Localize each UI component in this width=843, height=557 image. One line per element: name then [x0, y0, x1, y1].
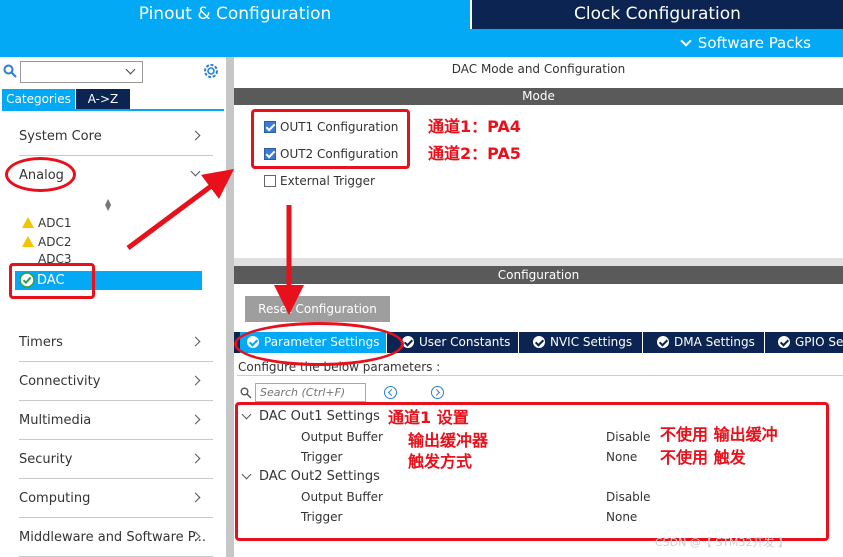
category-multimedia[interactable]: Multimedia: [19, 410, 213, 440]
software-packs-menu[interactable]: Software Packs: [680, 29, 811, 57]
annotation-no-buffer: 不使用 输出缓冲: [660, 425, 778, 444]
tab-a-to-z[interactable]: A->Z: [76, 89, 130, 109]
watermark: CSDN @【 STM32开发 】: [655, 536, 790, 549]
annotation-ch2: 通道2：PA5: [428, 144, 521, 163]
divider: [2, 109, 224, 111]
category-label: Multimedia: [19, 413, 92, 428]
annotation-box-dac: [9, 263, 95, 299]
annotation-box-mode: [251, 109, 410, 169]
chevron-right-icon: [190, 130, 201, 141]
sidebar-item-adc2[interactable]: ADC2: [22, 233, 71, 251]
chevron-down-icon: [125, 64, 136, 75]
category-computing[interactable]: Computing: [19, 488, 213, 518]
external-trigger-checkbox[interactable]: External Trigger: [264, 173, 375, 189]
category-label: System Core: [19, 129, 102, 144]
chevron-right-icon: [190, 375, 201, 386]
annotation-ellipse-analog: [5, 157, 76, 192]
annotation-ellipse-parameter-tab: [234, 322, 404, 366]
check-circle-icon: [533, 336, 545, 348]
chevron-right-icon: [190, 414, 201, 425]
configuration-header: Configuration: [234, 266, 843, 284]
previous-match-icon[interactable]: [384, 386, 397, 399]
annotation-box-parameters: [235, 402, 829, 541]
category-connectivity[interactable]: Connectivity: [19, 371, 213, 401]
warning-icon: [22, 236, 34, 247]
software-packs-label: Software Packs: [697, 34, 811, 52]
panel-splitter[interactable]: [226, 57, 234, 557]
checkbox-unchecked-icon: [264, 175, 276, 187]
chevron-right-icon: [190, 336, 201, 347]
annotation-output-buffer: 输出缓冲器: [408, 431, 489, 450]
item-label: ADC1: [38, 216, 72, 230]
warning-icon: [22, 217, 34, 228]
category-timers[interactable]: Timers: [19, 332, 213, 362]
chevron-right-icon: [190, 492, 201, 503]
sort-icon[interactable]: ▲ ▼: [105, 198, 111, 212]
annotation-no-trigger: 不使用 触发: [660, 448, 746, 467]
reset-configuration-button[interactable]: Reset Configuration: [245, 296, 390, 322]
annotation-trigger-mode: 触发方式: [408, 452, 473, 471]
tab-pinout-configuration[interactable]: Pinout & Configuration: [0, 0, 470, 29]
next-match-icon[interactable]: [431, 386, 444, 399]
check-circle-icon: [778, 336, 790, 348]
page-title: DAC Mode and Configuration: [451, 62, 626, 76]
tab-dma-settings[interactable]: DMA Settings: [650, 332, 765, 353]
category-label: Timers: [19, 335, 63, 350]
divider: [234, 258, 843, 266]
gear-icon[interactable]: [202, 62, 220, 80]
chevron-right-icon: [190, 453, 201, 464]
search-input[interactable]: [20, 61, 143, 83]
checkbox-label: External Trigger: [280, 174, 375, 188]
parameter-search-input[interactable]: [255, 383, 366, 402]
tab-nvic-settings[interactable]: NVIC Settings: [526, 332, 643, 353]
annotation-ch1-settings: 通道1 设置: [388, 408, 469, 427]
tab-user-constants[interactable]: User Constants: [395, 332, 519, 353]
item-label: ADC2: [38, 235, 72, 249]
tab-label: GPIO Se: [795, 335, 843, 349]
search-icon: [240, 387, 252, 399]
tab-gpio-settings[interactable]: GPIO Se: [771, 332, 843, 353]
tab-categories[interactable]: Categories: [2, 89, 75, 109]
tab-label: DMA Settings: [674, 335, 755, 349]
search-icon: [3, 64, 17, 78]
category-label: Computing: [19, 491, 91, 506]
tab-label: User Constants: [419, 335, 511, 349]
category-label: Security: [19, 452, 73, 467]
category-label: Connectivity: [19, 374, 101, 389]
sidebar-item-adc1[interactable]: ADC1: [22, 214, 71, 232]
check-circle-icon: [657, 336, 669, 348]
category-system-core[interactable]: System Core: [19, 126, 213, 156]
category-middleware[interactable]: Middleware and Software P...: [19, 527, 213, 557]
category-security[interactable]: Security: [19, 449, 213, 479]
tab-clock-configuration[interactable]: Clock Configuration: [472, 0, 843, 29]
tab-label: NVIC Settings: [550, 335, 633, 349]
category-label: Middleware and Software P...: [19, 530, 206, 545]
chevron-down-icon: [190, 166, 201, 177]
chevron-down-icon: [680, 35, 692, 47]
mode-header: Mode: [234, 88, 843, 105]
annotation-ch1: 通道1：PA4: [428, 117, 521, 136]
